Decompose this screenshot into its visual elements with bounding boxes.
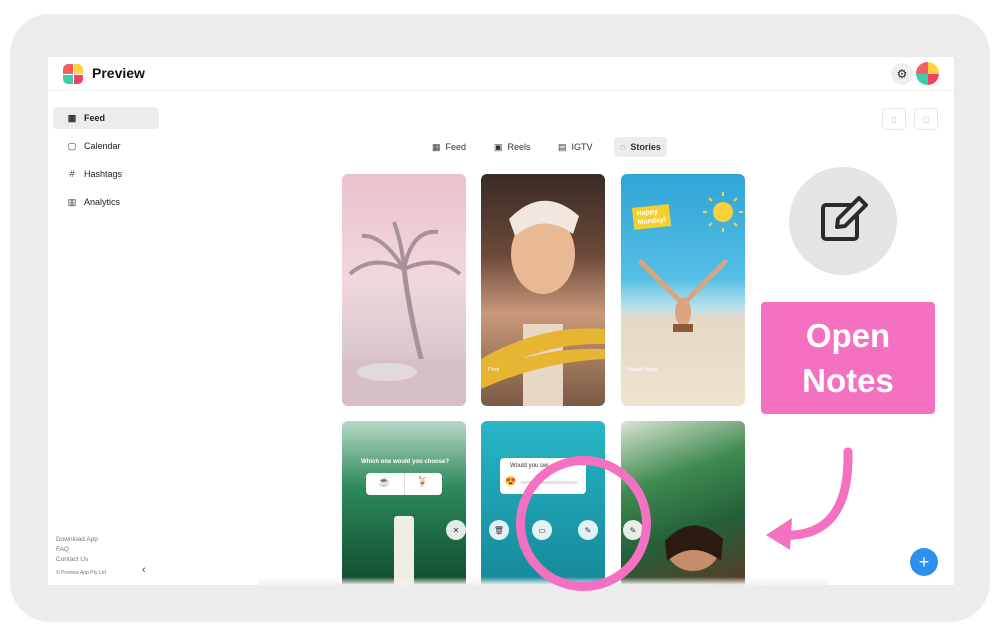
stories-icon: ◌	[620, 142, 626, 152]
story-caption: Beach Yoga	[628, 367, 658, 373]
sidebar-item-analytics[interactable]: ▥ Analytics	[53, 191, 159, 213]
portrait-image	[481, 200, 605, 406]
close-icon[interactable]: ✕	[446, 520, 466, 540]
tab-feed[interactable]: ▦ Feed	[426, 137, 472, 157]
sidebar-item-feed[interactable]: ▦ Feed	[53, 107, 159, 129]
tab-stories[interactable]: ◌ Stories	[614, 137, 667, 157]
open-notes-callout: Open Notes	[761, 302, 935, 414]
tab-label: Feed	[445, 142, 467, 152]
edit-notes-icon	[821, 196, 868, 241]
palm-tree-image	[342, 221, 466, 406]
grid-icon: ▦	[67, 112, 77, 123]
tab-label: Reels	[507, 142, 531, 152]
download-app-link[interactable]: Download App	[56, 536, 98, 543]
slider-emoji: 😍	[505, 476, 517, 486]
sidebar: ▦ Feed ▢ Calendar # Hashtags ▥ Analytics…	[48, 90, 163, 585]
drink-image	[394, 516, 414, 585]
app-title: Preview	[92, 65, 145, 81]
poll-sticker: ☕ 🍹	[366, 473, 442, 495]
highlight-ring	[516, 456, 651, 591]
bar-chart-icon: ▥	[67, 196, 77, 207]
app-logo	[63, 64, 83, 84]
story-tile-sunset-palm[interactable]	[342, 174, 466, 406]
sidebar-item-calendar[interactable]: ▢ Calendar	[53, 135, 159, 157]
trash-icon[interactable]: 🗑	[489, 520, 509, 540]
sticker-line: Monday!	[637, 216, 667, 227]
story-tile-beach-yoga[interactable]: Happy Monday! Beach Yoga	[621, 174, 745, 406]
sidebar-item-hashtags[interactable]: # Hashtags	[53, 163, 159, 185]
collapse-sidebar-icon[interactable]: ‹	[142, 564, 146, 576]
gear-icon[interactable]: ⚙	[891, 63, 913, 85]
notes-icon-zoom	[789, 167, 897, 275]
phone-view-icon[interactable]: ▯	[882, 108, 906, 130]
avatar[interactable]	[916, 62, 939, 85]
hashtag-icon: #	[69, 169, 75, 179]
tab-label: Stories	[630, 142, 661, 152]
story-tile-poll[interactable]: Which one would you choose? ☕ 🍹 ✕	[342, 421, 466, 585]
poll-option-a: ☕	[378, 477, 391, 488]
poll-question: Which one would you choose?	[361, 459, 449, 465]
callout-line: Notes	[802, 362, 894, 399]
tab-reels[interactable]: ▣ Reels	[488, 137, 537, 157]
contact-us-link[interactable]: Contact Us	[56, 556, 88, 563]
top-bar: Preview ⚙	[48, 57, 954, 91]
grid-icon: ▦	[432, 141, 441, 152]
story-caption: Pool	[488, 367, 500, 373]
happy-monday-sticker: Happy Monday!	[631, 204, 671, 230]
sidebar-item-label: Hashtags	[84, 169, 123, 179]
reels-icon: ▣	[494, 141, 503, 152]
tv-icon: ▤	[558, 141, 567, 152]
poll-option-b: 🍹	[416, 477, 429, 488]
sidebar-item-label: Calendar	[84, 141, 121, 151]
tab-label: IGTV	[571, 142, 593, 152]
sidebar-item-label: Analytics	[84, 197, 121, 207]
copyright: © Preview App Pty Ltd	[56, 570, 106, 576]
tablet-view-icon[interactable]: ▢	[914, 108, 938, 130]
faq-link[interactable]: FAQ	[56, 546, 69, 553]
callout-line: Open	[805, 317, 891, 354]
tab-igtv[interactable]: ▤ IGTV	[552, 137, 599, 157]
curved-arrow	[766, 447, 853, 550]
sidebar-item-label: Feed	[84, 113, 106, 123]
calendar-icon: ▢	[67, 140, 77, 151]
story-tile-pool[interactable]: Pool	[481, 174, 605, 406]
add-post-button[interactable]: +	[910, 548, 938, 576]
